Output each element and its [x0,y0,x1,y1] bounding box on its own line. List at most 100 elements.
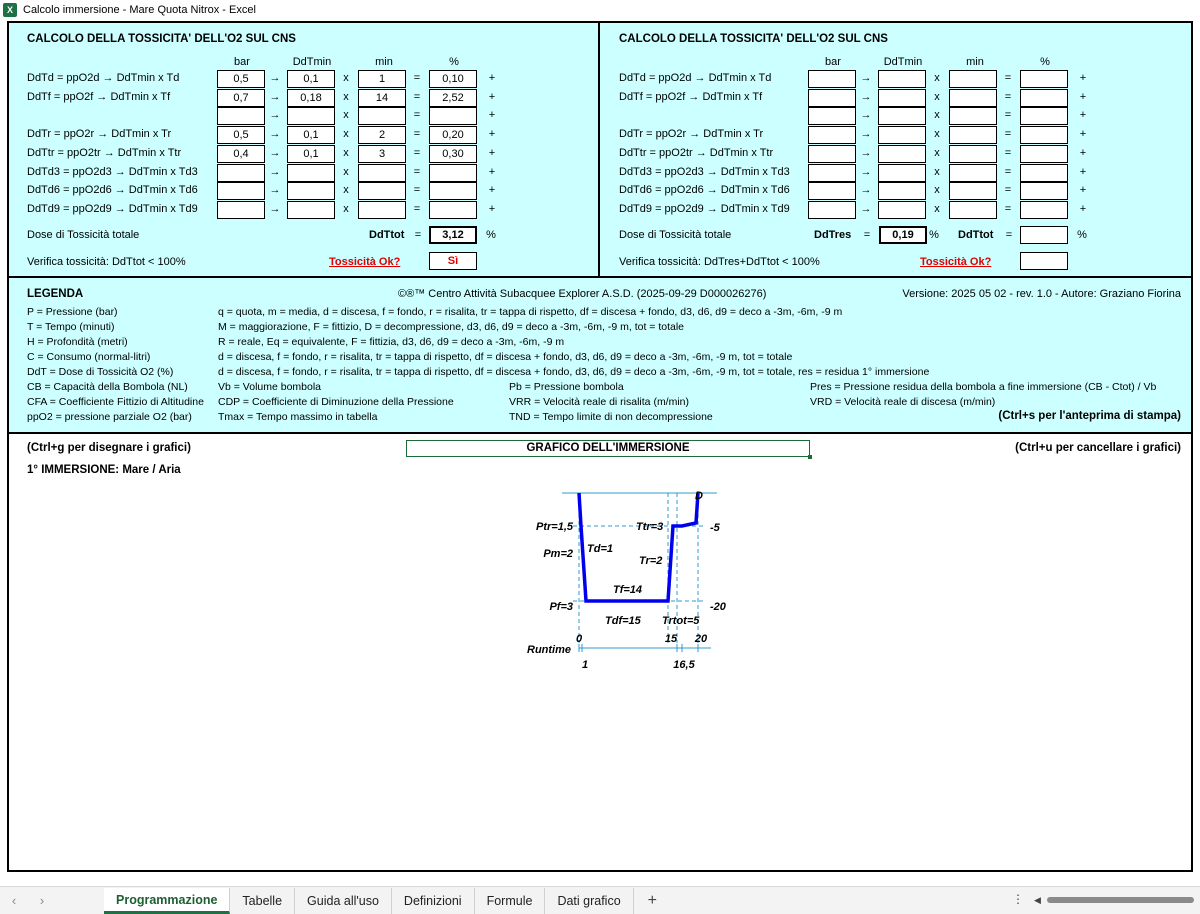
dive-profile-chart[interactable]: D Ptr=1,5 Pm=2 Pf=3 Td=1 Ttr=3 Tr=2 Tf=14 Tdf=15… [489,479,789,699]
sheet-tab[interactable]: Guida all'uso [295,887,392,914]
bar-cell[interactable] [808,126,856,144]
toxicity-result-cell[interactable] [1020,252,1068,270]
tab-nav-prev-icon[interactable]: ‹ [0,893,28,908]
pct-cell[interactable] [1020,89,1068,107]
pct-cell[interactable] [1020,126,1068,144]
arrow-symbol: → [269,128,281,140]
worksheet[interactable]: CALCOLO DELLA TOSSICITA' DELL'O2 SUL CNS… [7,21,1193,872]
pct-cell[interactable] [429,107,477,125]
multiply-symbol: x [934,91,940,103]
bar-cell[interactable]: 0,5 [217,70,265,88]
pct-cell[interactable] [1020,145,1068,163]
min-cell[interactable] [949,201,997,219]
multiply-symbol: x [343,109,349,121]
sheet-tab[interactable]: Programmazione [104,887,231,914]
resize-handle[interactable] [808,455,812,459]
sheet-tab[interactable]: Definizioni [392,887,475,914]
min-cell[interactable] [358,164,406,182]
min-cell[interactable]: 14 [358,89,406,107]
ddtmin-cell[interactable]: 0,18 [287,89,335,107]
sheet-tab[interactable]: Formule [475,887,546,914]
min-cell[interactable]: 2 [358,126,406,144]
ddtmin-cell[interactable] [878,182,926,200]
min-cell[interactable] [358,107,406,125]
pct-cell[interactable]: 0,20 [429,126,477,144]
bar-cell[interactable] [808,107,856,125]
ddtmin-cell[interactable]: 0,1 [287,145,335,163]
pct-cell[interactable] [1020,201,1068,219]
add-sheet-icon[interactable]: + [634,892,671,910]
sheet-tab[interactable]: Tabelle [230,887,296,914]
bar-cell[interactable] [217,182,265,200]
depth-minus20-label: -20 [710,601,727,613]
toxicity-result-cell[interactable]: Sì [429,252,477,270]
equals-symbol: = [413,91,421,103]
scroll-left-icon[interactable]: ◀ [1034,895,1041,906]
min-cell[interactable] [949,145,997,163]
pct-cell[interactable] [1020,182,1068,200]
toxicity-ok-link[interactable]: Tossicità Ok? [920,256,991,268]
ddtmin-cell[interactable] [878,70,926,88]
ddtmin-cell[interactable] [287,164,335,182]
min-cell[interactable] [949,107,997,125]
ddtmin-cell[interactable] [878,126,926,144]
bar-cell[interactable]: 0,7 [217,89,265,107]
ddtot-value-cell[interactable]: 3,12 [429,226,477,244]
ddtmin-cell[interactable] [287,182,335,200]
min-cell[interactable] [949,182,997,200]
print-preview-hint: (Ctrl+s per l'anteprima di stampa) [998,410,1181,422]
min-cell[interactable]: 3 [358,145,406,163]
bar-cell[interactable] [808,182,856,200]
ddtot-value-cell[interactable] [1020,226,1068,244]
pct-cell[interactable] [429,164,477,182]
ddtmin-cell[interactable] [878,201,926,219]
plus-symbol: + [1079,184,1087,196]
bar-cell[interactable] [808,89,856,107]
pct-cell[interactable] [1020,107,1068,125]
ddtres-value-cell[interactable]: 0,19 [879,226,927,244]
pct-cell[interactable]: 0,30 [429,145,477,163]
bar-cell[interactable] [808,201,856,219]
ddtmin-cell[interactable] [878,107,926,125]
pct-cell[interactable] [1020,164,1068,182]
min-cell[interactable] [949,70,997,88]
min-cell[interactable] [949,89,997,107]
ddtmin-cell[interactable] [287,201,335,219]
row-label: DdTd6 = ppO2d6 → DdTmin x Td6 [27,184,198,196]
ddtmin-cell[interactable]: 0,1 [287,70,335,88]
min-cell[interactable] [949,164,997,182]
bar-cell[interactable] [217,107,265,125]
bar-cell[interactable] [808,145,856,163]
sheet-tab[interactable]: Dati grafico [545,887,634,914]
bar-cell[interactable] [808,70,856,88]
pct-cell[interactable] [429,201,477,219]
percent-sign: % [486,229,496,241]
tf-label: Tf=14 [613,584,642,596]
min-cell[interactable]: 1 [358,70,406,88]
equals-symbol: = [1004,128,1012,140]
min-cell[interactable] [358,201,406,219]
ddtmin-cell[interactable] [878,164,926,182]
pct-cell[interactable] [1020,70,1068,88]
min-cell[interactable] [358,182,406,200]
tab-nav-next-icon[interactable]: › [28,893,56,908]
pct-cell[interactable]: 2,52 [429,89,477,107]
more-options-icon[interactable]: ⋮ [1012,892,1024,906]
ddtmin-cell[interactable] [287,107,335,125]
ddtmin-cell[interactable]: 0,1 [287,126,335,144]
horizontal-scrollbar[interactable]: ⋮ ◀ [1012,892,1194,906]
ddtmin-cell[interactable] [878,89,926,107]
bar-cell[interactable] [217,201,265,219]
pct-cell[interactable] [429,182,477,200]
pct-cell[interactable]: 0,10 [429,70,477,88]
bar-cell[interactable]: 0,5 [217,126,265,144]
scrollbar-thumb[interactable] [1046,897,1194,903]
toxicity-ok-link[interactable]: Tossicità Ok? [329,256,400,268]
chart-title-box[interactable]: GRAFICO DELL'IMMERSIONE [406,440,812,459]
bar-cell[interactable]: 0,4 [217,145,265,163]
min-cell[interactable] [949,126,997,144]
bar-cell[interactable] [217,164,265,182]
col-header-ddtmin: DdTmin [292,56,332,68]
bar-cell[interactable] [808,164,856,182]
ddtmin-cell[interactable] [878,145,926,163]
